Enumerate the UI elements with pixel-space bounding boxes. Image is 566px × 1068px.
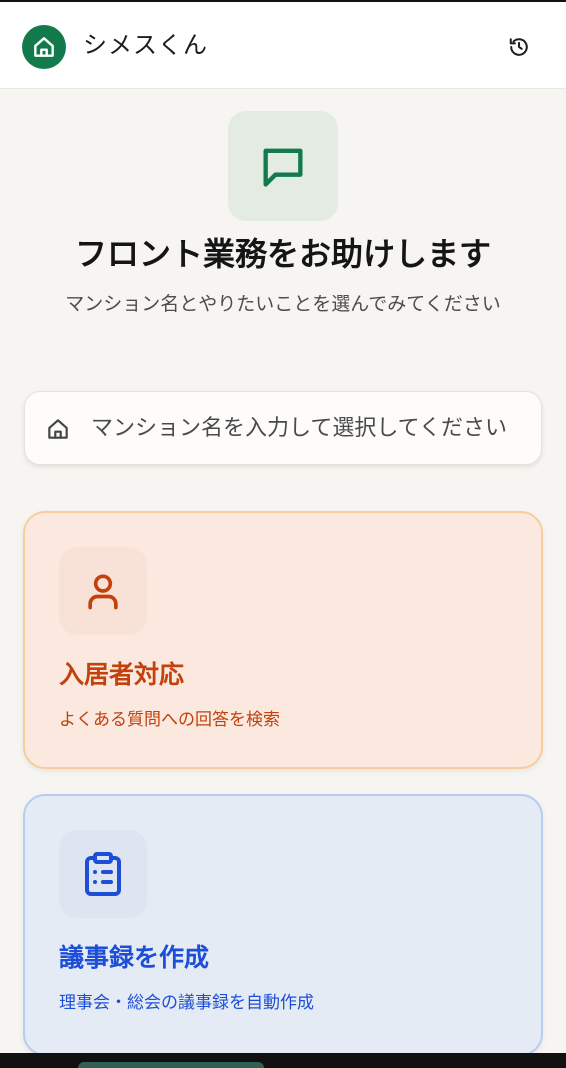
app-screen: シメスくん フロント業務をお助けします マンション名とやりたいことを選んでみてく… [0, 0, 566, 1068]
app-header: シメスくん [0, 2, 566, 89]
card-title: 議事録を作成 [59, 943, 210, 972]
card-title: 入居者対応 [59, 660, 185, 689]
page-subtitle: マンション名とやりたいことを選んでみてください [65, 293, 501, 315]
history-button[interactable] [505, 33, 533, 61]
home-icon[interactable] [22, 25, 66, 69]
card-description: よくある質問への回答を検索 [59, 710, 280, 730]
mansion-search-input[interactable] [91, 406, 523, 450]
user-icon [59, 547, 147, 635]
minutes-card[interactable]: 議事録を作成 理事会・総会の議事録を自動作成 [23, 794, 543, 1056]
home-icon [48, 419, 68, 439]
app-title: シメスくん [83, 31, 208, 59]
page-title: フロント業務をお助けします [74, 235, 491, 273]
history-icon [509, 38, 528, 56]
resident-support-card[interactable]: 入居者対応 よくある質問への回答を検索 [23, 511, 543, 769]
bottom-bar-pill [78, 1062, 264, 1068]
clipboard-list-icon [59, 830, 147, 918]
card-description: 理事会・総会の議事録を自動作成 [59, 993, 314, 1013]
mansion-search-box[interactable] [24, 391, 542, 465]
message-square-icon [228, 111, 338, 221]
